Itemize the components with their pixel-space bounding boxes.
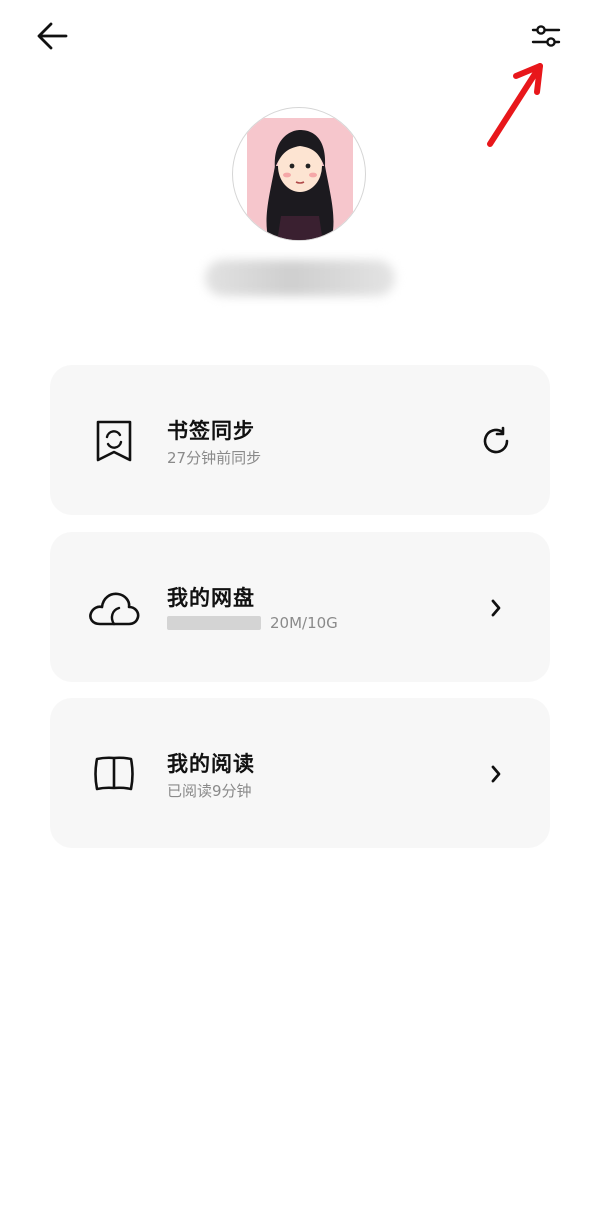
refresh-icon — [483, 426, 509, 454]
my-reading-duration: 已阅读9分钟 — [167, 782, 252, 800]
cloud-drive-chevron — [476, 588, 516, 628]
bookmark-sync-title: 书签同步 — [167, 419, 255, 443]
avatar[interactable] — [232, 107, 366, 241]
settings-button[interactable] — [524, 14, 568, 58]
chevron-right-icon — [491, 599, 501, 617]
my-reading-card[interactable]: 我的阅读 已阅读9分钟 — [50, 698, 550, 848]
username-redacted — [205, 260, 395, 296]
sliders-icon — [531, 25, 561, 47]
avatar-illustration — [247, 118, 353, 240]
cloud-drive-card[interactable]: 我的网盘 20M/10G — [50, 532, 550, 682]
back-button[interactable] — [30, 14, 74, 58]
bookmark-sync-time: 27分钟前同步 — [167, 449, 262, 467]
my-reading-chevron — [476, 754, 516, 794]
bookmark-sync-card[interactable]: 书签同步 27分钟前同步 — [50, 365, 550, 515]
book-icon — [88, 748, 140, 800]
chevron-right-icon — [491, 765, 501, 783]
sync-refresh-button[interactable] — [476, 421, 516, 461]
storage-usage-bar — [167, 616, 261, 630]
storage-usage-text: 20M/10G — [270, 614, 338, 632]
cloud-icon — [88, 582, 140, 634]
bookmark-sync-icon — [88, 415, 140, 467]
top-bar — [0, 0, 600, 72]
my-reading-title: 我的阅读 — [167, 752, 255, 776]
cloud-drive-title: 我的网盘 — [167, 586, 255, 610]
arrow-left-icon — [37, 22, 68, 50]
